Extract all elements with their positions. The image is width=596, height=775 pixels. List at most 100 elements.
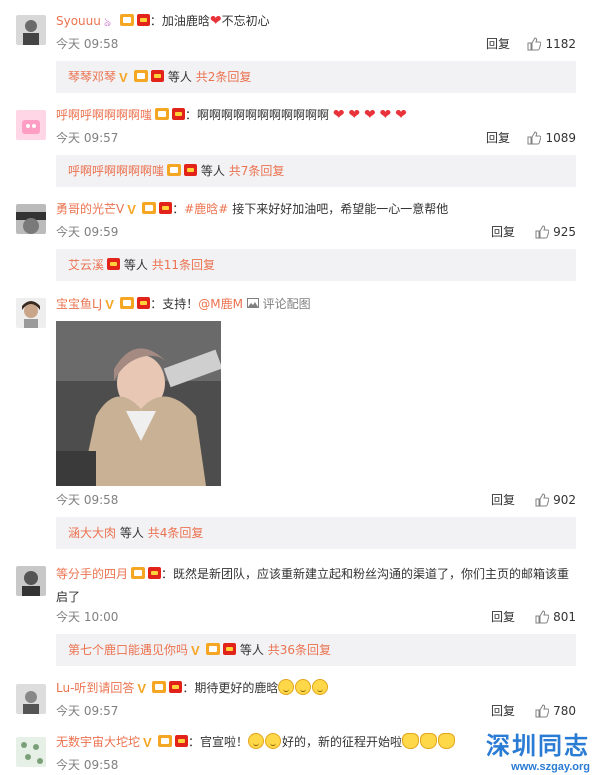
reply-user-name[interactable]: 涵大大肉 <box>68 526 116 540</box>
user-name[interactable]: 宝宝鱼LJ <box>56 297 102 311</box>
reply-user-name[interactable]: 艾云溪 <box>68 258 104 272</box>
reply-count-link[interactable]: 共7条回复 <box>229 164 285 178</box>
comment-meta: 今天 10:00 回复 801 <box>56 609 576 625</box>
reply-count-link[interactable]: 共4条回复 <box>148 526 204 540</box>
user-name[interactable]: 呼啊呼啊啊啊啊嗤 <box>56 108 152 122</box>
like-count: 801 <box>553 610 576 624</box>
cat-emoji-icon <box>438 733 456 749</box>
comment-time: 今天 10:00 <box>56 610 119 624</box>
thumbs-up-icon <box>527 37 542 51</box>
mention-link[interactable]: @M鹿M <box>198 297 243 311</box>
red-packet-badge-icon <box>223 643 237 655</box>
verified-v-icon: V <box>137 681 147 696</box>
like-button[interactable]: 1089 <box>527 130 576 146</box>
reply-user-name[interactable]: 呼啊呼啊啊啊啊嗤 <box>68 164 164 178</box>
avatar[interactable] <box>16 737 46 767</box>
vip-badge-icon[interactable] <box>152 681 167 693</box>
comment-text: 接下来好好加油吧，希望能一心一意帮他 <box>232 202 449 216</box>
red-packet-badge-icon[interactable] <box>169 681 183 693</box>
avatar[interactable] <box>16 298 46 328</box>
reply-count-link[interactable]: 共2条回复 <box>196 70 252 84</box>
heart-emoji-icon: ❤ <box>209 13 222 29</box>
like-button[interactable]: 780 <box>535 703 576 719</box>
user-name[interactable]: 勇哥的光芒V <box>56 202 124 216</box>
like-button[interactable]: 902 <box>535 492 576 508</box>
reply-summary: 涵大大肉 等人 共4条回复 <box>56 517 576 549</box>
smile-emoji-icon <box>312 679 329 695</box>
heart-emoji-icon: ❤ <box>379 107 392 123</box>
like-count: 902 <box>553 493 576 507</box>
reply-button[interactable]: 回复 <box>491 492 515 508</box>
reply-etc: 等人 <box>200 164 225 178</box>
comment-pic-label: 评论配图 <box>262 297 311 311</box>
reply-button[interactable]: 回复 <box>486 130 510 146</box>
comment-time: 今天 09:59 <box>56 225 119 239</box>
comment-time: 今天 09:58 <box>56 758 119 772</box>
reply-button[interactable]: 回复 <box>491 609 515 625</box>
avatar[interactable] <box>16 15 46 45</box>
user-name[interactable]: Lu-听到请回答 <box>56 681 134 695</box>
user-name[interactable]: Syouuu <box>56 14 101 28</box>
red-packet-badge-icon <box>151 70 165 82</box>
vip-badge-icon[interactable] <box>119 14 134 26</box>
comment-text-2: 不忘初心 <box>221 14 270 28</box>
comment-content: Syouuu ঌ ：加油鹿晗❤不忘初心 <box>56 12 584 30</box>
verified-v-icon: V <box>143 735 152 750</box>
red-packet-badge-icon[interactable] <box>148 567 162 579</box>
smile-emoji-icon <box>278 679 295 695</box>
reply-summary: 第七个鹿口能遇见你吗 V 等人 共36条回复 <box>56 634 576 666</box>
vip-badge-icon[interactable] <box>120 297 135 309</box>
comment-meta: 今天 09:59 回复 925 <box>56 224 576 240</box>
comment-time: 今天 09:58 <box>56 37 119 51</box>
comment-text-2: 好的，新的征程开始啦 <box>282 735 403 749</box>
avatar[interactable] <box>16 204 46 234</box>
like-count: 1089 <box>545 131 576 145</box>
reply-count-link[interactable]: 共11条回复 <box>152 258 215 272</box>
watermark-url: www.szgay.org <box>511 761 590 773</box>
topic-tag-link[interactable]: #鹿晗# <box>184 202 228 216</box>
red-packet-badge-icon[interactable] <box>136 14 150 26</box>
comment-meta: 今天 09:57 回复 1089 <box>56 130 576 146</box>
comment-image[interactable] <box>56 321 221 486</box>
vip-badge-icon[interactable] <box>131 567 146 579</box>
thumbs-up-icon <box>535 225 550 239</box>
comment-text: ：期待更好的鹿晗 <box>182 681 279 695</box>
reply-button[interactable]: 回复 <box>491 224 515 240</box>
user-name[interactable]: 无数宇宙大坨坨 <box>56 735 140 749</box>
heart-emoji-icon: ❤ <box>332 107 345 123</box>
vip-badge-icon[interactable] <box>142 202 157 214</box>
comment-content: 呼啊呼啊啊啊啊嗤 ：啊啊啊啊啊啊啊啊啊啊啊 ❤ ❤ ❤ ❤ ❤ <box>56 106 584 124</box>
watermark: 深圳同志 www.szgay.org <box>486 726 590 773</box>
comment-text: ：加油鹿晗 <box>149 14 210 28</box>
reply-user-name[interactable]: 第七个鹿口能遇见你吗 <box>68 643 188 657</box>
reply-count-link[interactable]: 共36条回复 <box>268 643 331 657</box>
reply-etc: 等人 <box>119 526 144 540</box>
reply-button[interactable]: 回复 <box>491 703 515 719</box>
like-button[interactable]: 925 <box>535 224 576 240</box>
avatar[interactable] <box>16 684 46 714</box>
reply-user-name[interactable]: 琴琴邓琴 <box>68 70 116 84</box>
red-packet-badge-icon[interactable] <box>175 735 189 747</box>
reply-summary: 呼啊呼啊啊啊啊嗤 等人 共7条回复 <box>56 155 576 187</box>
red-packet-badge-icon[interactable] <box>137 297 151 309</box>
comment-pic-link[interactable]: 评论配图 <box>246 297 311 311</box>
red-packet-badge-icon[interactable] <box>172 108 186 120</box>
comment-meta: 今天 09:58 回复 1182 <box>56 36 576 52</box>
like-count: 780 <box>553 704 576 718</box>
red-packet-badge-icon <box>107 258 121 270</box>
heart-emoji-icon: ❤ <box>395 107 407 123</box>
reply-button[interactable]: 回复 <box>486 36 510 52</box>
comment-time: 今天 09:58 <box>56 493 119 507</box>
vip-badge-icon[interactable] <box>155 108 170 120</box>
avatar[interactable] <box>16 110 46 140</box>
like-button[interactable]: 1182 <box>527 36 576 52</box>
avatar[interactable] <box>16 566 46 596</box>
red-packet-badge-icon[interactable] <box>159 202 173 214</box>
like-count: 925 <box>553 225 576 239</box>
user-name[interactable]: 等分手的四月 <box>56 567 128 581</box>
like-button[interactable]: 801 <box>535 609 576 625</box>
verified-v-icon: V <box>127 202 136 217</box>
watermark-title: 深圳同志 <box>486 731 590 760</box>
comment-text: ：啊啊啊啊啊啊啊啊啊啊啊 <box>185 108 330 122</box>
vip-badge-icon[interactable] <box>158 735 173 747</box>
